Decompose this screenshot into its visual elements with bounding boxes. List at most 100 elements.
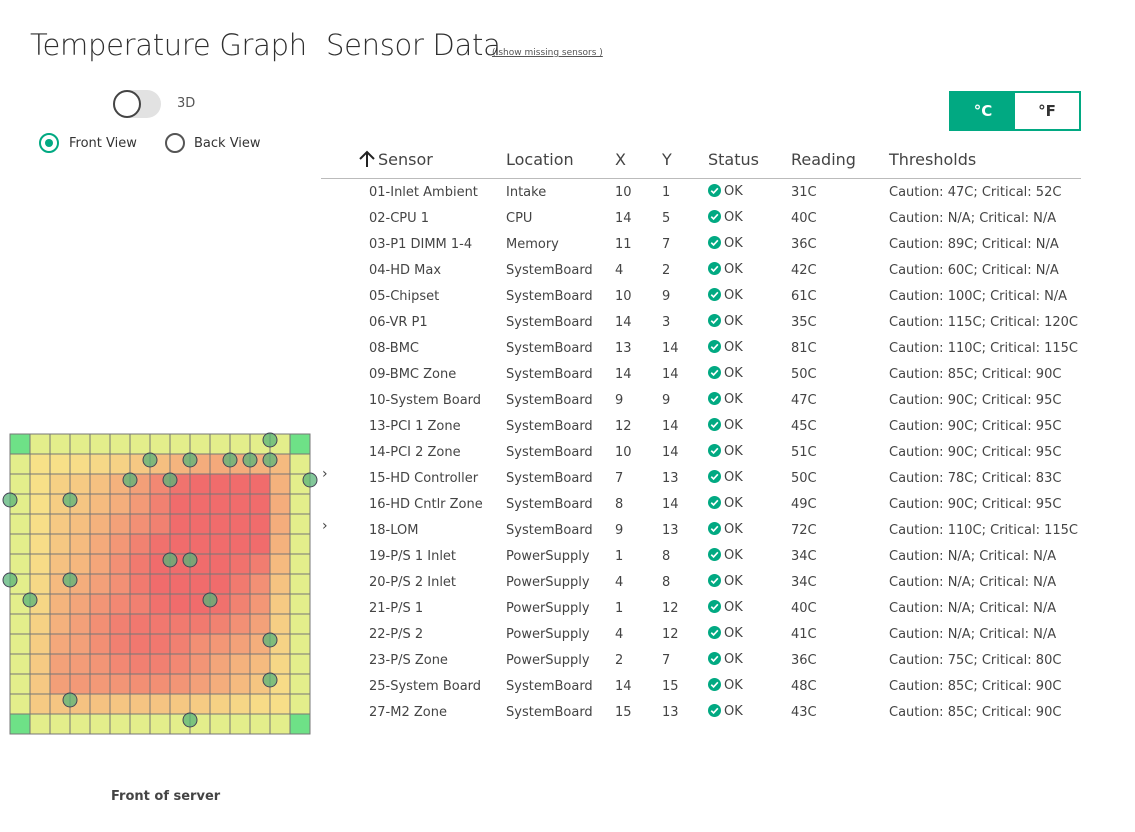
heatmap-cell: [129, 713, 151, 735]
column-header-sensor[interactable]: Sensor: [359, 140, 506, 179]
cell-status: OK: [708, 517, 791, 543]
sensor-marker[interactable]: [262, 452, 278, 468]
cell-y-coordinate: 13: [662, 522, 679, 538]
table-row[interactable]: 01-Inlet Ambient Intake 10 1 OK 31C Caution: 4…: [321, 179, 1081, 206]
sensor-marker[interactable]: [142, 452, 158, 468]
cell-sensor-name: 04-HD Max: [369, 262, 442, 278]
column-header-y[interactable]: Y: [662, 140, 708, 179]
heatmap-cell: [149, 693, 171, 715]
heatmap-cell: [9, 653, 31, 675]
table-row[interactable]: 15-HD Controller SystemBoard 7 13 OK 50C Cauti…: [321, 465, 1081, 491]
temperature-heatmap[interactable]: [0, 420, 320, 740]
table-row[interactable]: 20-P/S 2 Inlet PowerSupply 4 8 OK 34C Caution:…: [321, 569, 1081, 595]
sensor-marker[interactable]: [242, 452, 258, 468]
table-row[interactable]: 05-Chipset SystemBoard 10 9 OK 61C Caution: 10…: [321, 283, 1081, 309]
row-spacer: [321, 413, 369, 439]
table-row[interactable]: 27-M2 Zone SystemBoard 15 13 OK 43C Caution: 8…: [321, 699, 1081, 725]
front-view-radio[interactable]: [39, 133, 59, 153]
table-row[interactable]: 21-P/S 1 PowerSupply 1 12 OK 40C Caution: N/A;…: [321, 595, 1081, 621]
cell-sensor-name: 23-P/S Zone: [369, 652, 448, 668]
column-header-thresholds[interactable]: Thresholds: [889, 140, 1081, 179]
sensor-marker[interactable]: [2, 492, 18, 508]
chevron-right-icon[interactable]: ›: [322, 466, 328, 482]
sensor-marker[interactable]: [62, 572, 78, 588]
sensor-marker[interactable]: [262, 672, 278, 688]
column-header-status[interactable]: Status: [708, 140, 791, 179]
table-row[interactable]: 13-PCI 1 Zone SystemBoard 12 14 OK 45C Caution…: [321, 413, 1081, 439]
status-text: OK: [724, 209, 743, 225]
column-header-location[interactable]: Location: [506, 140, 615, 179]
heatmap-cell: [189, 493, 211, 515]
back-view-label[interactable]: Back View: [194, 136, 261, 151]
table-row[interactable]: 08-BMC SystemBoard 13 14 OK 81C Caution: 110C;…: [321, 335, 1081, 361]
table-row[interactable]: 09-BMC Zone SystemBoard 14 14 OK 50C Caution: …: [321, 361, 1081, 387]
3d-toggle[interactable]: [113, 90, 161, 118]
sensor-marker[interactable]: [22, 592, 38, 608]
table-row[interactable]: 06-VR P1 SystemBoard 14 3 OK 35C Caution: 115C…: [321, 309, 1081, 335]
sensor-marker[interactable]: [202, 592, 218, 608]
table-row[interactable]: 23-P/S Zone PowerSupply 2 7 OK 36C Caution: 75…: [321, 647, 1081, 673]
heatmap-cell: [49, 513, 71, 535]
heatmap-cell: [69, 633, 91, 655]
sensor-marker[interactable]: [162, 472, 178, 488]
heatmap-cell: [269, 493, 291, 515]
cell-sensor-name: 02-CPU 1: [369, 210, 430, 226]
heatmap-cell: [109, 453, 131, 475]
sensor-marker[interactable]: [222, 452, 238, 468]
sensor-marker[interactable]: [302, 472, 318, 488]
table-row[interactable]: 16-HD Cntlr Zone SystemBoard 8 14 OK 49C Cauti…: [321, 491, 1081, 517]
heatmap-cell: [9, 693, 31, 715]
table-row[interactable]: 10-System Board SystemBoard 9 9 OK 47C Caution…: [321, 387, 1081, 413]
table-row[interactable]: 02-CPU 1 CPU 14 5 OK 40C Caution: N/A; Critica…: [321, 205, 1081, 231]
heatmap-cell: [209, 673, 231, 695]
table-row[interactable]: 22-P/S 2 PowerSupply 4 12 OK 41C Caution: N/A;…: [321, 621, 1081, 647]
back-view-radio[interactable]: [165, 133, 185, 153]
cell-y-coordinate: 12: [662, 600, 679, 616]
column-header-reading[interactable]: Reading: [791, 140, 889, 179]
sensor-marker[interactable]: [122, 472, 138, 488]
table-row[interactable]: 03-P1 DIMM 1-4 Memory 11 7 OK 36C Caution: 89C…: [321, 231, 1081, 257]
heatmap-cell: [109, 493, 131, 515]
sensor-marker[interactable]: [262, 432, 278, 448]
cell-reading: 72C: [791, 522, 817, 538]
check-circle-icon: [708, 521, 721, 539]
heatmap-cell: [209, 693, 231, 715]
sensor-table-body: 01-Inlet Ambient Intake 10 1 OK 31C Caution: 4…: [321, 179, 1081, 726]
cell-x-coordinate: 14: [615, 210, 632, 226]
heatmap-cell: [9, 473, 31, 495]
sensor-marker[interactable]: [162, 552, 178, 568]
sensor-marker[interactable]: [62, 492, 78, 508]
cell-x-coordinate: 10: [615, 288, 632, 304]
fahrenheit-button[interactable]: °F: [1015, 93, 1079, 129]
sensor-marker[interactable]: [182, 712, 198, 728]
table-row[interactable]: 18-LOM SystemBoard 9 13 OK 72C Caution: 110C; …: [321, 517, 1081, 543]
cell-location: PowerSupply: [506, 574, 590, 590]
sensor-marker[interactable]: [2, 572, 18, 588]
row-spacer: [321, 205, 369, 231]
heatmap-cell: [229, 593, 251, 615]
heatmap-cell: [129, 693, 151, 715]
column-header-x[interactable]: X: [615, 140, 662, 179]
cell-location: SystemBoard: [506, 314, 593, 330]
sensor-marker[interactable]: [262, 632, 278, 648]
table-row[interactable]: 04-HD Max SystemBoard 4 2 OK 42C Caution: 60C;…: [321, 257, 1081, 283]
table-row[interactable]: 14-PCI 2 Zone SystemBoard 10 14 OK 51C Caution…: [321, 439, 1081, 465]
table-row[interactable]: 25-System Board SystemBoard 14 15 OK 48C Cauti…: [321, 673, 1081, 699]
cell-thresholds: Caution: 85C; Critical: 90C: [889, 678, 1062, 694]
chevron-right-icon[interactable]: ›: [322, 518, 328, 534]
heatmap-cell: [249, 653, 271, 675]
sensor-marker[interactable]: [62, 692, 78, 708]
table-row[interactable]: 19-P/S 1 Inlet PowerSupply 1 8 OK 34C Caution:…: [321, 543, 1081, 569]
sensor-marker[interactable]: [182, 452, 198, 468]
celsius-button[interactable]: °C: [951, 93, 1015, 129]
heatmap-cell: [249, 513, 271, 535]
heatmap-cell: [69, 513, 91, 535]
heatmap-cell: [189, 633, 211, 655]
front-view-label[interactable]: Front View: [69, 136, 137, 151]
heatmap-cell: [169, 433, 191, 455]
heatmap-cell: [69, 453, 91, 475]
sensor-marker[interactable]: [182, 552, 198, 568]
show-missing-sensors-link[interactable]: ( show missing sensors ): [492, 48, 603, 58]
row-spacer: [321, 595, 369, 621]
heatmap-cell: [129, 493, 151, 515]
